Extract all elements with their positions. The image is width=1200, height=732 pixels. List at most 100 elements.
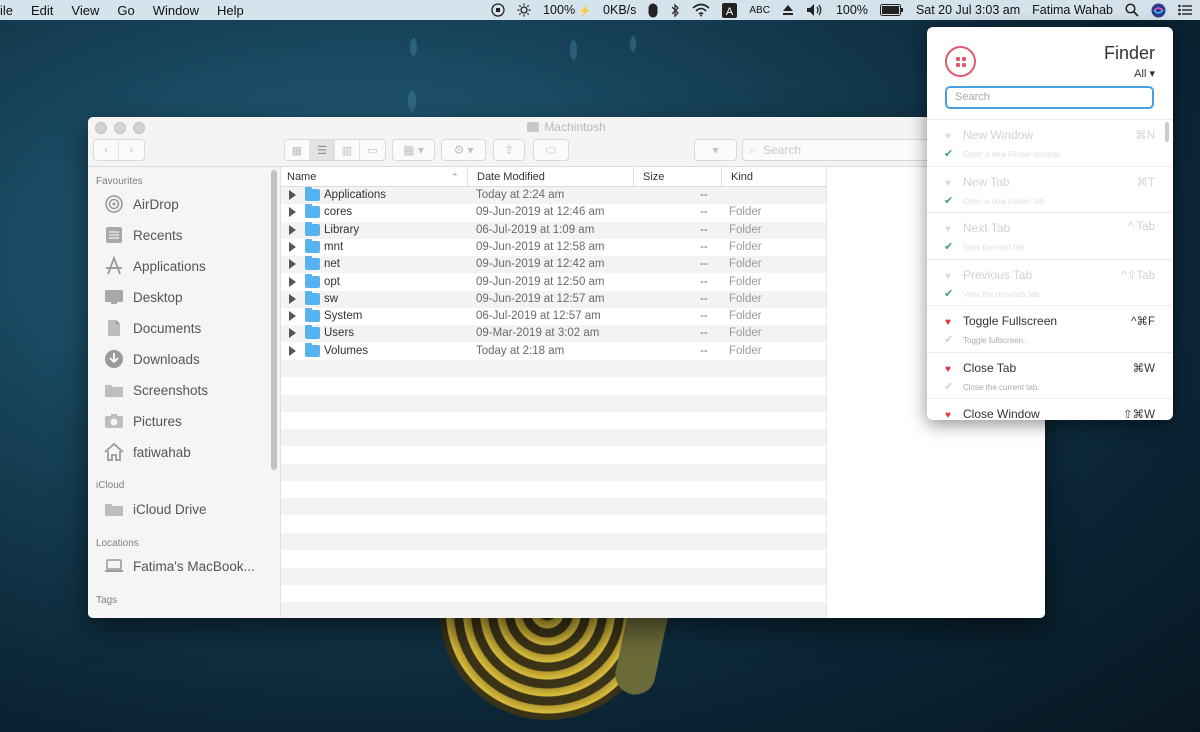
column-header-name[interactable]: Name <box>287 171 316 183</box>
shortcut-keys: ⌘T <box>1136 176 1155 189</box>
sidebar-section-tags: Tags <box>96 595 118 606</box>
chevron-left-icon: ‹ <box>104 144 108 156</box>
siri-icon[interactable] <box>1151 3 1166 18</box>
spotlight-search-icon[interactable] <box>1125 3 1139 17</box>
checkmark-icon: ✔ <box>944 241 954 253</box>
menu-window[interactable]: Window <box>153 3 199 18</box>
disclosure-triangle-icon[interactable] <box>289 276 296 287</box>
shortcut-item[interactable]: ♥ Previous Tab ^⇧Tab ✔ View the previous tab… <box>927 258 1173 306</box>
menu-edit[interactable]: Edit <box>31 3 53 18</box>
heart-icon[interactable]: ♥ <box>945 271 951 282</box>
clock[interactable]: Sat 20 Jul 3:03 am <box>916 3 1020 17</box>
sidebar-item-label: Recents <box>133 227 183 243</box>
desktop-icon <box>104 288 124 306</box>
brightness-icon[interactable] <box>517 3 531 17</box>
file-name: Volumes <box>324 344 369 357</box>
table-row[interactable]: Volumes Today at 2:18 am -- Folder <box>281 342 826 360</box>
list-stripe <box>281 446 826 464</box>
disclosure-triangle-icon[interactable] <box>289 241 296 252</box>
shortcut-item[interactable]: ♥ Close Window ⇧⌘W <box>927 398 1173 420</box>
gallery-view-button[interactable]: ▭ <box>360 140 385 160</box>
disclosure-triangle-icon[interactable] <box>289 311 296 322</box>
sidebar-item-home[interactable]: fatiwahab <box>104 439 191 465</box>
user-name[interactable]: Fatima Wahab <box>1032 3 1113 17</box>
sidebar-item-screenshots[interactable]: Screenshots <box>104 377 208 403</box>
shortcut-item[interactable]: ♥ New Window ⌘N ✔ Open a new Finder window. <box>927 119 1173 166</box>
heart-icon[interactable]: ♥ <box>945 224 951 235</box>
folder-icon <box>305 325 320 340</box>
shortcut-item[interactable]: ♥ Toggle Fullscreen ^⌘F ✔ Toggle fullscreen. <box>927 305 1173 352</box>
disclosure-triangle-icon[interactable] <box>289 207 296 218</box>
disclosure-triangle-icon[interactable] <box>289 345 296 356</box>
popup-app-title: Finder <box>1103 43 1155 63</box>
tag-icon: ⬭ <box>545 142 557 157</box>
table-row[interactable]: opt 09-Jun-2019 at 12:50 am -- Folder <box>281 273 826 291</box>
list-view-button[interactable]: ☰ <box>310 140 335 160</box>
column-view-button[interactable]: ▥ <box>335 140 360 160</box>
sidebar-scrollbar[interactable] <box>271 170 277 470</box>
table-row[interactable]: System 06-Jul-2019 at 12:57 am -- Folder <box>281 308 826 325</box>
group-by-button[interactable]: ▦ ▾ <box>392 139 435 161</box>
back-button[interactable]: ‹ <box>94 140 119 160</box>
column-header-size[interactable]: Size <box>643 171 664 183</box>
volume-icon[interactable] <box>806 3 824 17</box>
sidebar-item-documents[interactable]: Documents <box>104 315 201 341</box>
eject-icon[interactable] <box>782 4 794 16</box>
column-header-kind[interactable]: Kind <box>731 171 753 183</box>
table-row[interactable]: mnt 09-Jun-2019 at 12:58 am -- Folder <box>281 238 826 256</box>
disclosure-triangle-icon[interactable] <box>289 328 296 339</box>
icon-view-button[interactable]: ▦ <box>285 140 310 160</box>
sidebar-item-downloads[interactable]: Downloads <box>104 346 200 372</box>
caret-down-icon: ▾ <box>1149 68 1155 80</box>
input-source-label[interactable]: ABC <box>749 5 770 16</box>
column-header-date[interactable]: Date Modified <box>477 171 545 183</box>
forward-button[interactable]: › <box>119 140 144 160</box>
tags-button[interactable]: ⬭ <box>533 139 569 161</box>
heart-icon[interactable]: ♥ <box>945 178 951 189</box>
table-row[interactable]: cores 09-Jun-2019 at 12:46 am -- Folder <box>281 204 826 221</box>
heart-icon[interactable]: ♥ <box>945 131 951 142</box>
sidebar-item-desktop[interactable]: Desktop <box>104 284 183 310</box>
table-row[interactable]: Users 09-Mar-2019 at 3:02 am -- Folder <box>281 325 826 342</box>
sidebar-item-recents[interactable]: Recents <box>104 222 183 248</box>
sidebar-item-pictures[interactable]: Pictures <box>104 408 182 434</box>
shortcut-item[interactable]: ♥ Close Tab ⌘W ✔ Close the current tab. <box>927 351 1173 399</box>
bluetooth-icon[interactable] <box>670 3 680 18</box>
record-icon[interactable] <box>491 3 505 17</box>
table-row[interactable]: net 09-Jun-2019 at 12:42 am -- Folder <box>281 256 826 273</box>
file-kind: Folder <box>729 223 762 236</box>
sidebar-item-applications[interactable]: Applications <box>104 253 206 279</box>
menu-view[interactable]: View <box>71 3 99 18</box>
path-dropdown[interactable]: ▾ <box>694 139 737 161</box>
finder-search-input[interactable]: ⌕ Search <box>742 139 942 161</box>
sidebar-item-icloud-drive[interactable]: iCloud Drive <box>104 496 207 522</box>
table-row[interactable]: Applications Today at 2:24 am -- <box>281 187 826 204</box>
disclosure-triangle-icon[interactable] <box>289 259 296 270</box>
wifi-icon[interactable] <box>692 3 710 17</box>
disclosure-triangle-icon[interactable] <box>289 190 296 200</box>
disclosure-triangle-icon[interactable] <box>289 293 296 304</box>
menu-go[interactable]: Go <box>117 3 134 18</box>
heart-icon[interactable]: ♥ <box>945 317 951 328</box>
menu-help[interactable]: Help <box>217 3 244 18</box>
share-button[interactable]: ⇪ <box>493 139 525 161</box>
disclosure-triangle-icon[interactable] <box>289 224 296 235</box>
table-row[interactable]: sw 09-Jun-2019 at 12:57 am -- Folder <box>281 290 826 308</box>
battery-icon[interactable] <box>879 4 904 16</box>
table-row[interactable]: Library 06-Jul-2019 at 1:09 am -- Folder <box>281 221 826 239</box>
notification-center-icon[interactable] <box>1178 4 1192 16</box>
shortcut-item[interactable]: ♥ Next Tab ^ Tab ✔ View the next tab. <box>927 212 1173 259</box>
action-button[interactable]: ⚙ ▾ <box>441 139 486 161</box>
heart-icon[interactable]: ♥ <box>945 364 951 375</box>
sidebar-item-airdrop[interactable]: AirDrop <box>104 191 179 217</box>
menu-file[interactable]: ile <box>0 3 13 18</box>
file-size: -- <box>700 206 708 219</box>
network-speed: 0KB/s <box>603 3 637 17</box>
input-source-icon[interactable]: A <box>722 2 738 18</box>
mouse-icon[interactable] <box>648 3 658 18</box>
shortcut-item[interactable]: ♥ New Tab ⌘T ✔ Open a new Finder tab. <box>927 165 1173 213</box>
heart-icon[interactable]: ♥ <box>945 410 951 420</box>
filter-dropdown[interactable]: All ▾ <box>1134 67 1155 80</box>
popup-search-input[interactable]: Search <box>945 86 1154 109</box>
sidebar-item-macbook[interactable]: Fatima's MacBook... <box>104 553 255 579</box>
